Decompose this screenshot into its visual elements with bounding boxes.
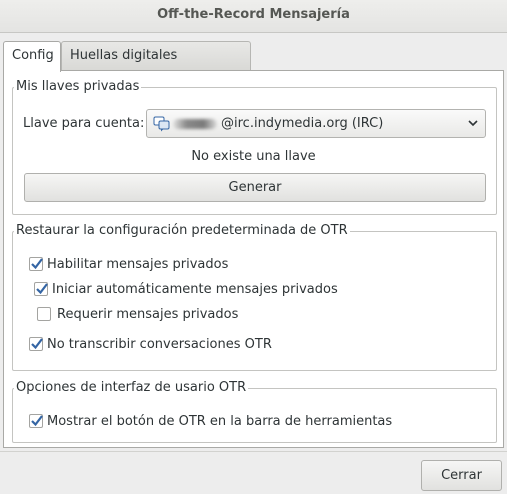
ui-options-section-title: Opciones de interfaz de usario OTR (14, 380, 249, 395)
check-icon (31, 415, 43, 427)
no-log-otr-label[interactable]: No transcribir conversaciones OTR (47, 337, 272, 352)
private-keys-section-title: Mis llaves privadas (14, 79, 142, 94)
close-button[interactable]: Cerrar (421, 460, 502, 491)
auto-start-private-messaging-label[interactable]: Iniciar automáticamente mensajes privado… (52, 282, 338, 297)
account-label: Llave para cuenta: (23, 116, 145, 131)
enable-private-messaging-checkbox[interactable] (29, 257, 43, 271)
account-select-value: @irc.indymedia.org (IRC) (221, 116, 384, 131)
footer-separator (0, 451, 507, 452)
chevron-down-icon (467, 117, 479, 129)
tab-known-fingerprints[interactable]: Huellas digitales conocidas (61, 41, 251, 90)
otr-defaults-section-title: Restaurar la configuración predeterminad… (14, 223, 350, 238)
show-otr-toolbar-button-label[interactable]: Mostrar el botón de OTR en la barra de h… (47, 414, 392, 429)
check-icon (36, 283, 48, 295)
enable-private-messaging-label[interactable]: Habilitar mensajes privados (47, 257, 228, 272)
redacted-username (173, 119, 217, 129)
key-status: No existe una llave (191, 149, 316, 164)
show-otr-toolbar-button-checkbox[interactable] (29, 414, 43, 428)
no-log-otr-checkbox[interactable] (29, 337, 43, 351)
window-title: Off-the-Record Mensajería (157, 7, 350, 22)
require-private-messaging-checkbox[interactable] (37, 307, 51, 321)
tab-config[interactable]: Config (3, 41, 61, 72)
chat-account-icon (153, 116, 171, 132)
check-icon (31, 258, 43, 270)
generate-button[interactable]: Generar (24, 173, 486, 202)
account-select[interactable]: @irc.indymedia.org (IRC) (146, 109, 486, 138)
check-icon (31, 338, 43, 350)
require-private-messaging-label[interactable]: Requerir mensajes privados (57, 307, 238, 322)
auto-start-private-messaging-checkbox[interactable] (34, 282, 48, 296)
title-bar: Off-the-Record Mensajería (0, 0, 507, 33)
